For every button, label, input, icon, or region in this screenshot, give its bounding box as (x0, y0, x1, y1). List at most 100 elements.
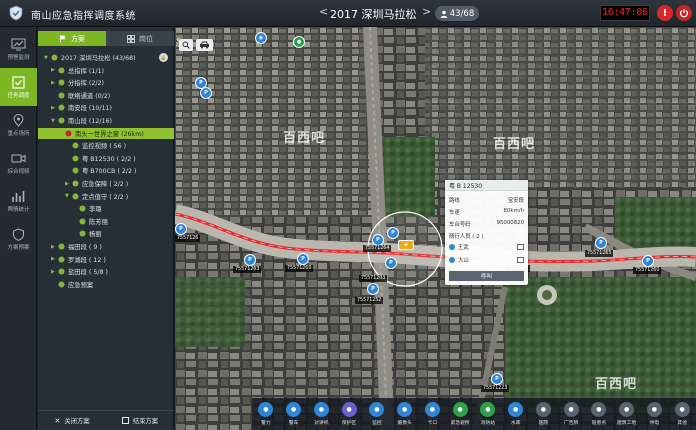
layer-tool[interactable]: ● 警车 (280, 398, 308, 430)
police-marker[interactable]: P (367, 283, 379, 295)
nav-key-places[interactable]: 重点场所 (0, 106, 37, 144)
police-marker[interactable]: P (175, 223, 187, 235)
police-marker[interactable]: P (642, 255, 654, 267)
power-button[interactable] (676, 5, 692, 21)
lock-icon[interactable]: 🔒 (159, 53, 168, 62)
police-icon: P (646, 258, 650, 264)
layer-tool[interactable]: ● 水库 (502, 398, 530, 430)
app-title: 南山应急指挥调度系统 (31, 11, 136, 22)
nav-task-dispatch[interactable]: 任务调度 (0, 68, 37, 106)
device-tag: 75571263 (233, 266, 262, 273)
person-name: 王武 (458, 245, 469, 251)
tree-item[interactable]: 南头一世界之窗 (26km) (38, 127, 174, 139)
layer-tool[interactable]: ● 摄像头 (391, 398, 419, 430)
device-tag: 75571265 (585, 250, 614, 257)
tree-item[interactable]: ▼ 南山段 (12/16) (38, 115, 174, 126)
nav-statistics[interactable]: 舆情统计 (0, 182, 37, 220)
layer-tool-label: 其他 (677, 421, 687, 426)
tree-item[interactable]: 监控视频 ( 56 ) (38, 140, 174, 151)
contact-icon[interactable] (517, 244, 524, 250)
nav-label: 预警监测 (7, 54, 30, 61)
tree-item[interactable]: ▶ 罗湖段 ( 12 ) (38, 254, 174, 265)
watermark: 百西吧 (493, 137, 536, 152)
tree-item[interactable]: 粤 B700CB ( 2/2 ) (38, 165, 174, 176)
camera-icon: ◉ (258, 35, 264, 41)
police-marker[interactable]: P (491, 373, 503, 385)
police-marker[interactable]: P (200, 87, 212, 99)
tab-post[interactable]: 岗位 (106, 31, 174, 46)
map-vehicle-button[interactable] (196, 39, 213, 51)
tree-item[interactable]: ▶ 分指挥 (2/2) (38, 77, 174, 88)
node-icon (57, 243, 65, 251)
online-count-badge[interactable]: 43/68 (435, 6, 479, 21)
police-marker[interactable]: P (387, 227, 399, 239)
nav-plans[interactable]: 方案预案 (0, 220, 37, 258)
layer-tool[interactable]: ● 紧急避所 (446, 398, 474, 430)
layer-tool[interactable]: ● 其他 (668, 398, 696, 430)
layer-tool[interactable]: ● 隐患点 (585, 398, 613, 430)
grid-icon (127, 34, 135, 43)
tree-item[interactable]: 应急预案 (38, 279, 174, 290)
vehicle-marker[interactable]: ▰ (398, 240, 414, 250)
contact-icon[interactable] (517, 257, 524, 263)
close-plan-button[interactable]: ✕ 关闭方案 (38, 411, 106, 430)
next-event-button[interactable]: > (422, 5, 431, 18)
map-tools (179, 39, 213, 51)
escort-person[interactable]: 王武 (449, 243, 524, 251)
tree-item[interactable]: ▶ 应急保障 ( 2/2 ) (38, 178, 174, 189)
nav-video[interactable]: 综合视频 (0, 144, 37, 182)
tree-item-label: 定点值守 ( 2/2 ) (82, 193, 129, 201)
tab-plan[interactable]: 方案 (38, 31, 106, 46)
node-icon (50, 54, 58, 62)
tree-item[interactable]: ▶ 南安段 (10/11) (38, 102, 174, 113)
person-icon: ● (296, 39, 302, 45)
person-name: 大山 (458, 258, 469, 264)
police-marker[interactable]: P (385, 257, 397, 269)
layer-tool[interactable]: ● 供电 (641, 398, 669, 430)
tree-item[interactable]: 联络通道 (0/2) (38, 90, 174, 101)
tree-item[interactable]: 李璐 (38, 203, 174, 214)
layer-tool[interactable]: ● 对讲机 (308, 398, 336, 430)
nav-warning-monitor[interactable]: 预警监测 (0, 30, 37, 68)
layer-tool[interactable]: ● 警力 (252, 398, 280, 430)
tree-item[interactable]: ▶ 总指挥 (1/1) (38, 65, 174, 76)
tree-item-label: 粤 B700CB ( 2/2 ) (82, 168, 137, 176)
map-view[interactable]: ‹ ◉ ● P P P P P P P P P P P P P ▰ 755712… (175, 27, 696, 430)
map-search-button[interactable] (179, 39, 193, 51)
tree-item[interactable]: ▶ 盐田段 ( 5/8 ) (38, 266, 174, 277)
tree-item-label: 应急保障 ( 2/2 ) (82, 181, 129, 188)
node-icon (57, 79, 65, 87)
tree-item-label: 监控视频 ( 56 ) (82, 143, 127, 151)
police-marker[interactable]: P (595, 237, 607, 249)
police-marker[interactable]: P (244, 254, 256, 266)
staff-marker[interactable]: ● (293, 36, 305, 48)
layer-tool[interactable]: ● 建筑工地 (613, 398, 641, 430)
layer-tool[interactable]: ● 消防站 (474, 398, 502, 430)
tree-item[interactable]: ▼ 2017 深圳马拉松 (43/68) 🔒 (38, 52, 174, 63)
layer-icon: ● (535, 402, 551, 417)
prev-event-button[interactable]: < (319, 5, 328, 18)
tree-item[interactable]: ▶ 福田段 ( 9 ) (38, 241, 174, 252)
end-plan-button[interactable]: 结束方案 (106, 411, 174, 430)
layer-tool[interactable]: ● 医院 (530, 398, 558, 430)
popup-key: 路线 (449, 198, 460, 204)
tree-item[interactable]: 杨丽 (38, 228, 174, 239)
layer-tool[interactable]: ● 卡口 (419, 398, 447, 430)
layer-tool-label: 保护区 (341, 421, 357, 426)
escort-person[interactable]: 大山 (449, 256, 524, 264)
person-icon (449, 257, 455, 263)
layer-tool[interactable]: ● 监控 (363, 398, 391, 430)
police-icon: P (495, 376, 499, 382)
tree-item[interactable]: 陈芳丽 (38, 216, 174, 227)
layer-tool[interactable]: ● 保护区 (335, 398, 363, 430)
tree-item[interactable]: ▼ 定点值守 ( 2/2 ) (38, 191, 174, 202)
nav-label: 综合视频 (7, 168, 30, 175)
police-marker[interactable]: P (297, 253, 309, 265)
car-icon (200, 41, 209, 49)
call-button[interactable]: 呼叫 (449, 271, 524, 281)
alert-button[interactable]: ! (657, 5, 673, 21)
layer-icon: ● (480, 402, 496, 417)
tree-item[interactable]: 粤 B12530 ( 2/2 ) (38, 153, 174, 164)
camera-marker[interactable]: ◉ (255, 32, 267, 44)
layer-tool[interactable]: ● 广告牌 (557, 398, 585, 430)
